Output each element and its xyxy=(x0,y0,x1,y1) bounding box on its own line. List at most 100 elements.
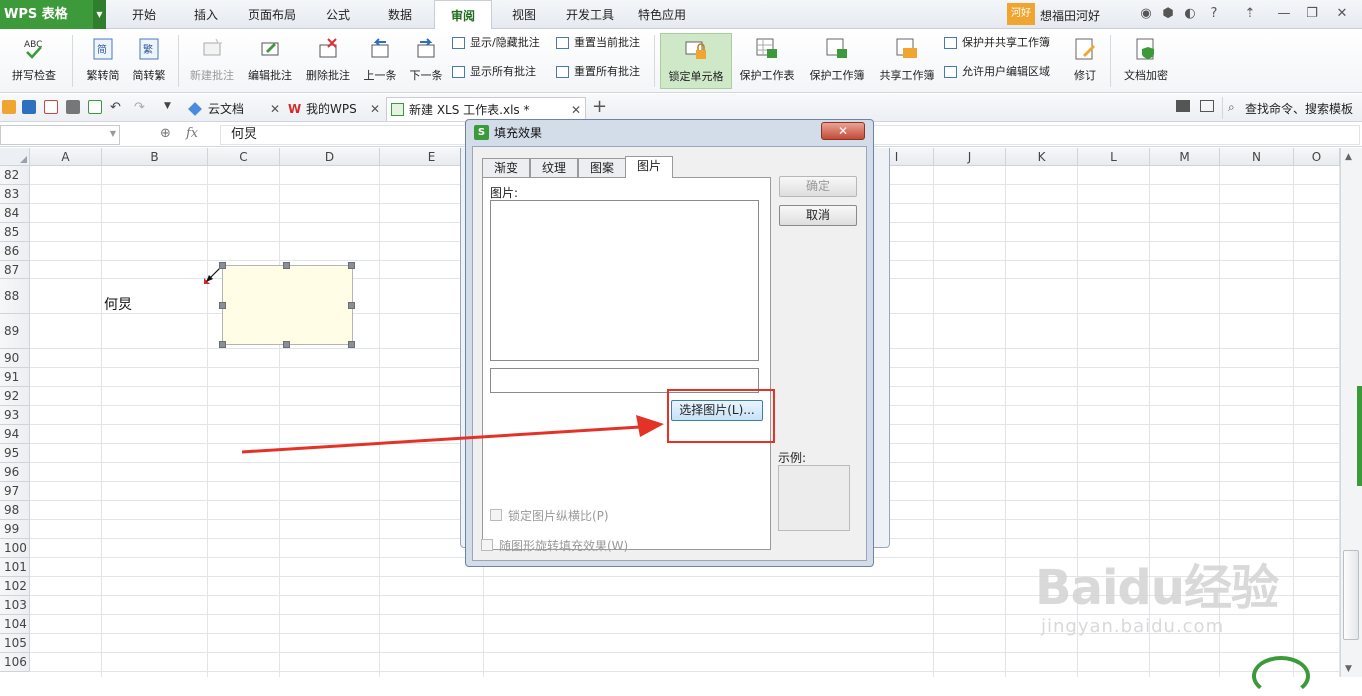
comment-panel-icon[interactable] xyxy=(1200,100,1214,112)
row-header-82[interactable]: 82 xyxy=(0,166,30,185)
close-window-icon[interactable]: ✕ xyxy=(1332,4,1352,24)
command-search[interactable]: 查找命令、搜索模板 xyxy=(1245,100,1353,117)
edit-comment-button[interactable]: 编辑批注 xyxy=(244,33,296,89)
help-icon[interactable]: ? xyxy=(1204,4,1224,24)
column-header-l[interactable]: L xyxy=(1078,148,1150,166)
show-all-comments-button[interactable]: 显示所有批注 xyxy=(450,63,536,81)
skin-icon[interactable]: ◐ xyxy=(1180,4,1200,24)
search-icon[interactable]: ⌕ xyxy=(1228,100,1235,115)
tab-my-wps[interactable]: W 我的WPS ✕ xyxy=(286,97,382,121)
lock-cell-button[interactable]: 锁定单元格 xyxy=(660,33,732,89)
settings-icon[interactable]: ⬢ xyxy=(1158,4,1178,24)
tab-developer[interactable]: 开发工具 xyxy=(558,0,622,29)
upload-icon[interactable]: ⇡ xyxy=(1240,4,1260,24)
ok-button[interactable]: 确定 xyxy=(779,176,857,197)
scroll-up-icon[interactable]: ▲ xyxy=(1345,152,1352,162)
reset-all-comments-button[interactable]: 重置所有批注 xyxy=(554,63,640,81)
tab-page-layout[interactable]: 页面布局 xyxy=(240,0,304,29)
new-comment-button[interactable]: 新建批注 xyxy=(186,33,238,89)
zoom-formula-icon[interactable]: ⊕ xyxy=(160,126,171,141)
row-header-101[interactable]: 101 xyxy=(0,558,30,577)
close-tab-icon[interactable]: ✕ xyxy=(370,97,380,121)
cancel-button[interactable]: 取消 xyxy=(779,205,857,226)
row-header-99[interactable]: 99 xyxy=(0,520,30,539)
name-box[interactable]: ▼ xyxy=(0,125,120,145)
spell-check-button[interactable]: ABC 拼写检查 xyxy=(4,33,64,89)
tab-cloud-docs[interactable]: 云文档 ✕ xyxy=(186,97,282,121)
to-traditional-button[interactable]: 简 繁转简 xyxy=(82,33,124,89)
row-header-94[interactable]: 94 xyxy=(0,425,30,444)
row-header-89[interactable]: 89 xyxy=(0,314,30,349)
next-comment-button[interactable]: 下一条 xyxy=(404,33,448,89)
column-header-m[interactable]: M xyxy=(1150,148,1220,166)
row-header-103[interactable]: 103 xyxy=(0,596,30,615)
tab-current-workbook[interactable]: 新建 XLS 工作表.xls * ✕ xyxy=(386,97,586,121)
row-header-84[interactable]: 84 xyxy=(0,204,30,223)
column-header-n[interactable]: N xyxy=(1220,148,1294,166)
row-header-91[interactable]: 91 xyxy=(0,368,30,387)
logo-dropdown-icon[interactable]: ▼ xyxy=(93,0,106,29)
column-header-b[interactable]: B xyxy=(102,148,208,166)
tab-texture[interactable]: 纹理 xyxy=(530,158,578,177)
rotate-with-shape-checkbox[interactable]: 随图形旋转填充效果(W) xyxy=(481,537,628,554)
column-header-c[interactable]: C xyxy=(208,148,280,166)
export-pdf-icon[interactable] xyxy=(44,100,58,114)
quick-access-dropdown-icon[interactable]: ▼ xyxy=(164,101,171,111)
resize-handle[interactable] xyxy=(283,262,290,269)
column-header-a[interactable]: A xyxy=(30,148,102,166)
undo-icon[interactable]: ↶ xyxy=(110,100,121,115)
lock-ratio-checkbox[interactable]: 锁定图片纵横比(P) xyxy=(490,507,609,524)
resize-handle[interactable] xyxy=(219,262,226,269)
row-header-97[interactable]: 97 xyxy=(0,482,30,501)
reset-current-comment-button[interactable]: 重置当前批注 xyxy=(554,34,640,52)
tab-formula[interactable]: 公式 xyxy=(314,0,362,29)
row-header-106[interactable]: 106 xyxy=(0,653,30,672)
tab-start[interactable]: 开始 xyxy=(120,0,168,29)
row-header-86[interactable]: 86 xyxy=(0,242,30,261)
user-avatar[interactable]: 河好 xyxy=(1007,3,1035,25)
row-header-90[interactable]: 90 xyxy=(0,349,30,368)
prev-comment-button[interactable]: 上一条 xyxy=(358,33,402,89)
protect-sheet-button[interactable]: 保护工作表 xyxy=(734,33,800,89)
share-workbook-button[interactable]: 共享工作簿 xyxy=(874,33,940,89)
row-header-85[interactable]: 85 xyxy=(0,223,30,242)
resize-handle[interactable] xyxy=(348,302,355,309)
print-preview-icon[interactable] xyxy=(88,100,102,114)
scroll-down-icon[interactable]: ▼ xyxy=(1345,664,1352,674)
screen-icon[interactable] xyxy=(1176,100,1190,112)
save-icon[interactable] xyxy=(22,100,36,114)
row-header-98[interactable]: 98 xyxy=(0,501,30,520)
row-header-87[interactable]: 87 xyxy=(0,261,30,279)
tab-special[interactable]: 特色应用 xyxy=(630,0,694,29)
print-icon[interactable] xyxy=(66,100,80,114)
to-simplified-button[interactable]: 繁 简转繁 xyxy=(128,33,170,89)
column-header-o[interactable]: O xyxy=(1294,148,1340,166)
protect-share-workbook-button[interactable]: 保护并共享工作簿 xyxy=(942,34,1050,52)
name-box-dropdown-icon[interactable]: ▼ xyxy=(110,129,116,138)
redo-icon[interactable]: ↷ xyxy=(134,100,145,115)
protect-workbook-button[interactable]: 保护工作簿 xyxy=(804,33,870,89)
restore-icon[interactable]: ❐ xyxy=(1302,4,1322,24)
row-header-96[interactable]: 96 xyxy=(0,463,30,482)
minimize-icon[interactable]: — xyxy=(1274,4,1294,24)
cell-b88[interactable]: 何炅 xyxy=(104,294,132,314)
select-all-corner[interactable] xyxy=(0,148,30,166)
resize-handle[interactable] xyxy=(348,341,355,348)
row-header-93[interactable]: 93 xyxy=(0,406,30,425)
allow-edit-ranges-button[interactable]: 允许用户编辑区域 xyxy=(942,63,1050,81)
wps-logo-menu[interactable]: WPS 表格 ▼ xyxy=(0,0,106,29)
tab-insert[interactable]: 插入 xyxy=(182,0,230,29)
tab-picture[interactable]: 图片 xyxy=(625,156,673,178)
column-header-d[interactable]: D xyxy=(280,148,380,166)
tab-gradient[interactable]: 渐变 xyxy=(482,158,530,177)
column-header-j[interactable]: J xyxy=(934,148,1006,166)
resize-handle[interactable] xyxy=(283,341,290,348)
delete-comment-button[interactable]: 删除批注 xyxy=(302,33,354,89)
new-tab-icon[interactable]: + xyxy=(592,96,607,117)
row-header-92[interactable]: 92 xyxy=(0,387,30,406)
doc-encrypt-button[interactable]: 文档加密 xyxy=(1118,33,1174,89)
feedback-icon[interactable]: ◉ xyxy=(1136,4,1156,24)
tab-pattern[interactable]: 图案 xyxy=(578,158,626,177)
resize-handle[interactable] xyxy=(219,302,226,309)
open-folder-icon[interactable] xyxy=(2,100,16,114)
